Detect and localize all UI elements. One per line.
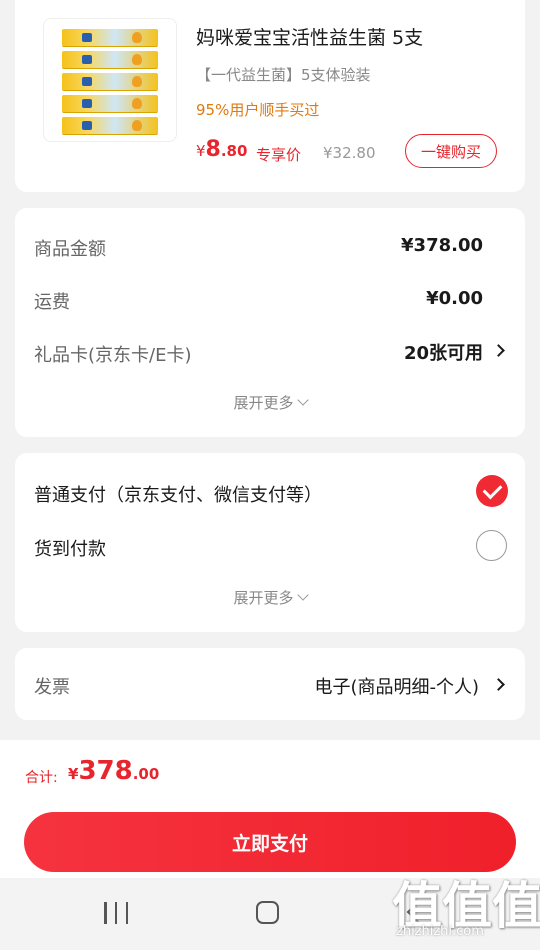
original-price: ¥32.80 <box>323 144 376 162</box>
product-stick <box>62 51 158 68</box>
expand-label: 展开更多 <box>233 394 294 412</box>
watermark: 值值值 zhizhizhi.com <box>392 866 540 946</box>
payment-expand-more[interactable]: 展开更多 <box>15 587 525 608</box>
goods-amount-value: ¥378.00 <box>401 235 483 256</box>
payment-option-label: 普通支付（京东支付、微信支付等） <box>34 485 322 506</box>
product-stick <box>62 29 158 46</box>
total-label: 合计: <box>25 770 58 786</box>
invoice-label: 发票 <box>34 677 70 698</box>
pay-now-button[interactable]: 立即支付 <box>24 812 516 872</box>
total-amount: ¥378.00 <box>68 756 159 786</box>
product-stick <box>62 73 158 90</box>
price-integer: 8 <box>205 137 221 162</box>
goods-amount-label: 商品金额 <box>34 239 106 260</box>
payment-method-card: 普通支付（京东支付、微信支付等） 货到付款 展开更多 <box>15 453 525 632</box>
price-decimal: .80 <box>220 142 248 160</box>
shipping-label: 运费 <box>34 292 70 313</box>
product-title[interactable]: 妈咪爱宝宝活性益生菌 5支 <box>196 23 423 50</box>
total-integer: 378 <box>78 756 133 786</box>
summary-expand-more[interactable]: 展开更多 <box>15 392 525 413</box>
total-currency: ¥ <box>68 765 79 783</box>
price-tag: 专享价 <box>256 146 302 164</box>
checkout-bar: 合计: ¥378.00 立即支付 <box>0 740 540 878</box>
payment-option-label: 货到付款 <box>34 539 106 560</box>
total-decimal: .00 <box>132 765 160 783</box>
chevron-right-icon <box>492 344 505 357</box>
nav-home-icon[interactable] <box>256 901 279 924</box>
price-currency: ¥ <box>196 142 206 160</box>
chevron-right-icon <box>492 678 505 691</box>
check-circle-icon[interactable] <box>476 475 508 507</box>
expand-label: 展开更多 <box>233 589 294 607</box>
invoice-value: 电子(商品明细-个人) <box>314 677 479 698</box>
product-subtitle: 【一代益生菌】5支体验装 <box>196 66 371 84</box>
watermark-url: zhizhizhi.com <box>396 924 484 939</box>
recommended-product-card[interactable]: 妈咪爱宝宝活性益生菌 5支 【一代益生菌】5支体验装 95%用户顺手买过 ¥8.… <box>15 0 525 192</box>
product-image[interactable] <box>43 18 177 142</box>
invoice-row[interactable]: 发票 电子(商品明细-个人) <box>15 648 525 720</box>
nav-recent-icon[interactable] <box>104 902 128 924</box>
product-stick <box>62 95 158 112</box>
product-purchase-note: 95%用户顺手买过 <box>196 101 320 119</box>
gift-card-value: 20张可用 <box>403 343 483 364</box>
gift-card-label: 礼品卡(京东卡/E卡) <box>34 345 192 366</box>
radio-empty-icon[interactable] <box>476 530 507 561</box>
product-price: ¥8.80 <box>196 137 247 162</box>
one-click-buy-button[interactable]: 一键购买 <box>405 134 497 168</box>
chevron-down-icon <box>296 394 309 406</box>
order-summary-card: 商品金额 ¥378.00 运费 ¥0.00 礼品卡(京东卡/E卡) 20张可用 … <box>15 208 525 437</box>
chevron-down-icon <box>296 589 309 601</box>
shipping-value: ¥0.00 <box>426 288 483 309</box>
product-stick <box>62 117 158 134</box>
